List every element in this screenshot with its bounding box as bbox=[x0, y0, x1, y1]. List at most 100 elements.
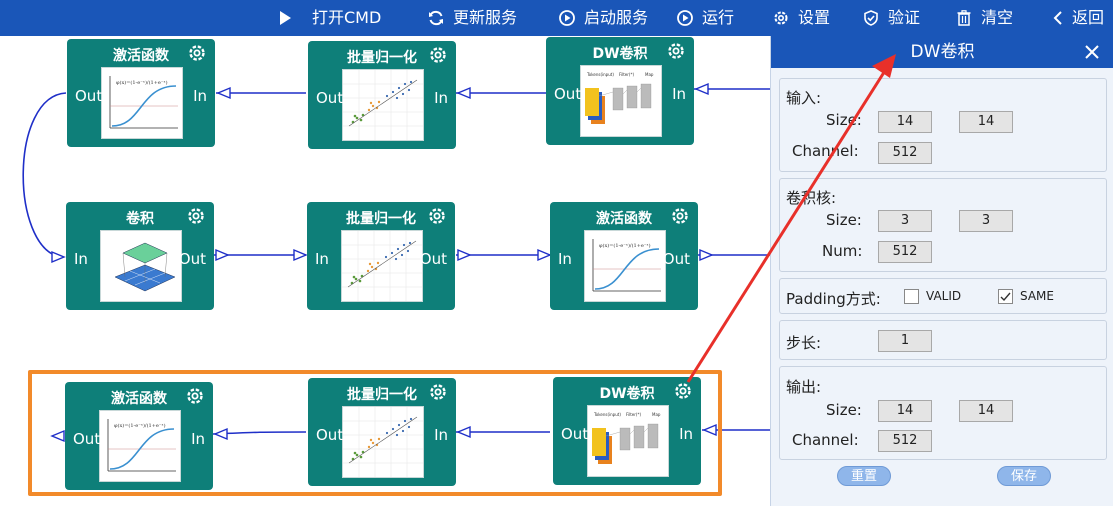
open-cmd-button[interactable]: 打开CMD bbox=[276, 0, 381, 36]
gear-icon[interactable] bbox=[666, 41, 686, 61]
input-size-label: Size: bbox=[826, 111, 862, 129]
kernel-heading: 卷积核: bbox=[786, 189, 837, 207]
dwconv-thumbnail: Tokens(input) Filter(*) Map bbox=[587, 405, 669, 477]
svg-text:Tokens(input): Tokens(input) bbox=[586, 72, 614, 77]
padding-label: Padding方式: bbox=[786, 290, 881, 308]
svg-text:Filter(*): Filter(*) bbox=[626, 412, 641, 417]
node-batchnorm-3[interactable]: 批量归一化 Out In bbox=[308, 378, 456, 486]
port-in[interactable]: In bbox=[672, 85, 686, 103]
kernel-num-label: Num: bbox=[822, 242, 863, 260]
gear-icon[interactable] bbox=[428, 45, 448, 65]
panel-title: DW卷积 bbox=[910, 42, 975, 62]
port-in[interactable]: In bbox=[434, 426, 448, 444]
start-service-button[interactable]: 启动服务 bbox=[558, 0, 648, 36]
shield-icon bbox=[862, 9, 880, 27]
gear-icon[interactable] bbox=[186, 206, 206, 226]
input-size-w-field[interactable]: 14 bbox=[959, 111, 1013, 133]
update-service-button[interactable]: 更新服务 bbox=[427, 0, 517, 36]
port-out[interactable]: Out bbox=[663, 250, 690, 268]
port-out[interactable]: Out bbox=[561, 425, 588, 443]
kernel-size-h-field[interactable]: 3 bbox=[878, 210, 932, 232]
padding-same-checkbox[interactable] bbox=[998, 289, 1013, 304]
port-in[interactable]: In bbox=[74, 250, 88, 268]
kernel-size-w-field[interactable]: 3 bbox=[959, 210, 1013, 232]
clear-label: 清空 bbox=[981, 8, 1014, 27]
port-out[interactable]: Out bbox=[316, 426, 343, 444]
node-activation-2[interactable]: 激活函数 φ(x)=(1-e⁻ˣ)/(1+e⁻ˣ) In Out bbox=[550, 202, 698, 310]
node-conv-1[interactable]: 卷积 In Out bbox=[66, 202, 214, 310]
graph-canvas[interactable]: 激活函数 φ(x)=(1-e⁻ˣ)/(1+e⁻ˣ) Out In 批量归一化 O… bbox=[0, 36, 770, 506]
save-button[interactable]: 保存 bbox=[997, 466, 1051, 486]
reset-button[interactable]: 重置 bbox=[837, 466, 891, 486]
input-heading: 输入: bbox=[786, 89, 822, 107]
input-channel-field[interactable]: 512 bbox=[878, 142, 932, 164]
panel-header: DW卷积 bbox=[771, 36, 1113, 68]
output-section: 输出: Size: 14 14 Channel: 512 bbox=[779, 366, 1107, 460]
input-channel-label: Channel: bbox=[792, 142, 859, 160]
properties-panel: DW卷积 输入: Size: 14 14 Channel: 512 卷积核: S… bbox=[770, 36, 1113, 506]
output-size-w-field[interactable]: 14 bbox=[959, 400, 1013, 422]
back-button[interactable]: 返回 bbox=[1050, 0, 1104, 36]
stride-field[interactable]: 1 bbox=[878, 330, 932, 352]
svg-text:Map: Map bbox=[652, 412, 661, 417]
port-in[interactable]: In bbox=[679, 425, 693, 443]
port-out[interactable]: Out bbox=[75, 87, 102, 105]
close-icon[interactable] bbox=[1082, 42, 1102, 62]
port-out[interactable]: Out bbox=[179, 250, 206, 268]
svg-text:φ(x)=(1-e⁻ˣ)/(1+e⁻ˣ): φ(x)=(1-e⁻ˣ)/(1+e⁻ˣ) bbox=[599, 242, 651, 249]
port-in[interactable]: In bbox=[191, 430, 205, 448]
port-out[interactable]: Out bbox=[316, 89, 343, 107]
toolbar: 打开CMD 更新服务 启动服务 运行 设置 验证 清空 返回 bbox=[0, 0, 1113, 36]
stride-section: 步长: 1 bbox=[779, 320, 1107, 360]
port-in[interactable]: In bbox=[315, 250, 329, 268]
node-dwconv-selected[interactable]: DW卷积 Tokens(input) Filter(*) Map Out In bbox=[553, 377, 701, 485]
scatter-thumbnail bbox=[341, 230, 423, 302]
svg-text:Map: Map bbox=[645, 72, 654, 77]
port-in[interactable]: In bbox=[193, 87, 207, 105]
gear-icon[interactable] bbox=[428, 382, 448, 402]
gear-icon[interactable] bbox=[673, 381, 693, 401]
output-size-h-field[interactable]: 14 bbox=[878, 400, 932, 422]
node-dwconv-1[interactable]: DW卷积 Tokens(input) Filter(*) Map Out In bbox=[546, 37, 694, 145]
settings-label: 设置 bbox=[798, 8, 831, 27]
play-icon bbox=[276, 9, 294, 27]
chevron-left-icon bbox=[1050, 9, 1068, 27]
settings-button[interactable]: 设置 bbox=[772, 0, 830, 36]
padding-same-label: SAME bbox=[1020, 289, 1054, 303]
port-out[interactable]: Out bbox=[73, 430, 100, 448]
output-heading: 输出: bbox=[786, 378, 822, 396]
clear-button[interactable]: 清空 bbox=[955, 0, 1013, 36]
port-in[interactable]: In bbox=[558, 250, 572, 268]
run-button[interactable]: 运行 bbox=[676, 0, 734, 36]
kernel-section: 卷积核: Size: 3 3 Num: 512 bbox=[779, 178, 1107, 272]
port-in[interactable]: In bbox=[434, 89, 448, 107]
kernel-num-field[interactable]: 512 bbox=[878, 241, 932, 263]
port-out[interactable]: Out bbox=[554, 85, 581, 103]
trash-icon bbox=[955, 9, 973, 27]
gear-icon[interactable] bbox=[670, 206, 690, 226]
back-label: 返回 bbox=[1072, 8, 1105, 27]
node-activation-1[interactable]: 激活函数 φ(x)=(1-e⁻ˣ)/(1+e⁻ˣ) Out In bbox=[67, 39, 215, 147]
output-channel-field[interactable]: 512 bbox=[878, 430, 932, 452]
node-batchnorm-2[interactable]: 批量归一化 In Out bbox=[307, 202, 455, 310]
start-service-label: 启动服务 bbox=[584, 8, 649, 27]
node-activation-3[interactable]: 激活函数 φ(x)=(1-e⁻ˣ)/(1+e⁻ˣ) Out In bbox=[65, 382, 213, 490]
node-batchnorm-1[interactable]: 批量归一化 Out In bbox=[308, 41, 456, 149]
conv-thumbnail bbox=[100, 230, 182, 302]
input-size-h-field[interactable]: 14 bbox=[878, 111, 932, 133]
gear-icon[interactable] bbox=[185, 386, 205, 406]
run-label: 运行 bbox=[702, 8, 735, 27]
port-out[interactable]: Out bbox=[420, 250, 447, 268]
padding-valid-checkbox[interactable] bbox=[904, 289, 919, 304]
padding-valid-label: VALID bbox=[926, 289, 962, 303]
verify-label: 验证 bbox=[888, 8, 921, 27]
output-channel-label: Channel: bbox=[792, 431, 859, 449]
gear-icon[interactable] bbox=[187, 43, 207, 63]
verify-button[interactable]: 验证 bbox=[862, 0, 920, 36]
kernel-size-label: Size: bbox=[826, 211, 862, 229]
sigmoid-thumbnail: φ(x)=(1-e⁻ˣ)/(1+e⁻ˣ) bbox=[99, 410, 181, 482]
scatter-thumbnail bbox=[342, 69, 424, 141]
dwconv-thumbnail: Tokens(input) Filter(*) Map bbox=[580, 65, 662, 137]
stride-label: 步长: bbox=[786, 334, 822, 352]
gear-icon[interactable] bbox=[427, 206, 447, 226]
